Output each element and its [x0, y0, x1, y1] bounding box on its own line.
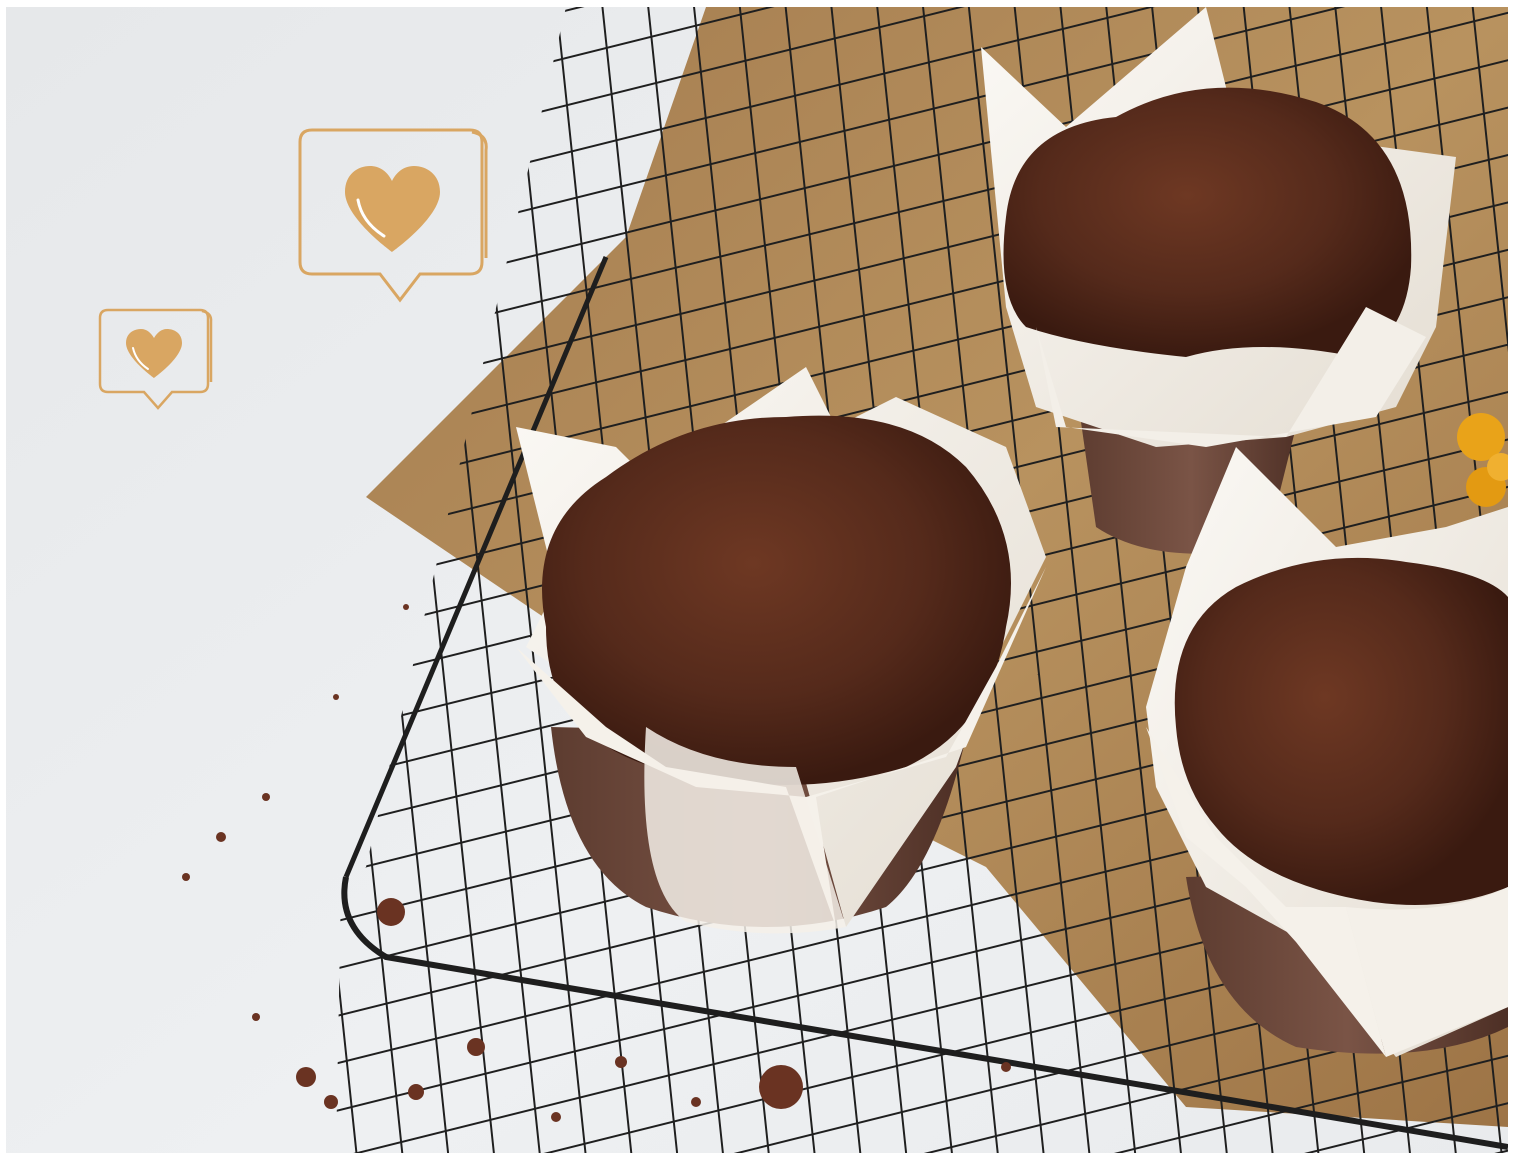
image-frame	[0, 0, 1517, 1154]
photo-illustration	[6, 7, 1508, 1153]
muffin-photo	[6, 7, 1508, 1153]
